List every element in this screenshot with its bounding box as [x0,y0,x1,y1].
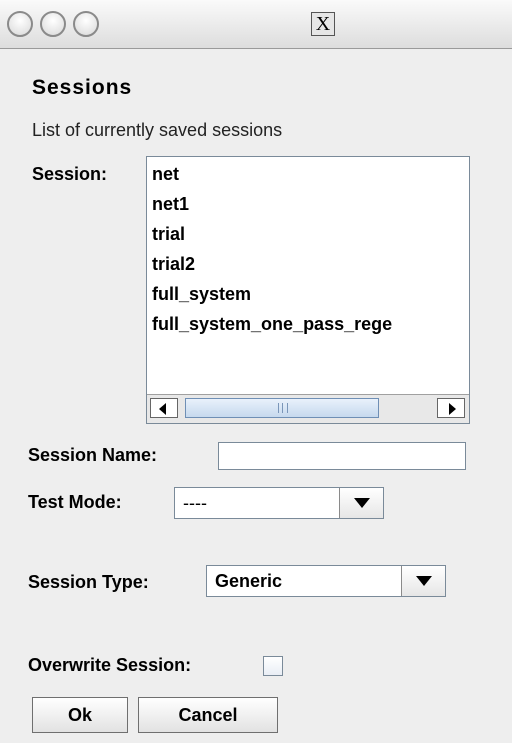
session-name-input[interactable] [218,442,466,470]
session-label: Session: [32,164,108,184]
window-close-circle-icon[interactable] [7,11,33,37]
window-minimize-circle-icon[interactable] [40,11,66,37]
scroll-left-button[interactable] [150,398,178,418]
cancel-button[interactable]: Cancel [138,697,278,733]
overwrite-session-checkbox[interactable] [263,656,283,676]
scrollbar-thumb[interactable] [185,398,379,418]
session-type-value: Generic [215,571,283,591]
arrow-right-icon [449,403,456,415]
test-mode-value: ---- [183,493,207,513]
list-item[interactable]: net1 [152,189,189,219]
test-mode-label: Test Mode: [28,492,122,512]
list-item[interactable]: full_system [152,279,251,309]
overwrite-session-label: Overwrite Session: [28,655,192,675]
session-type-dropdown-button[interactable] [401,566,445,596]
session-type-select[interactable]: Generic [206,565,446,597]
session-name-label: Session Name: [28,445,158,465]
list-item[interactable]: trial [152,219,185,249]
ok-button[interactable]: Ok [32,697,128,733]
window-zoom-circle-icon[interactable] [73,11,99,37]
scroll-right-button[interactable] [437,398,465,418]
dialog-title: Sessions [32,76,133,99]
chevron-down-icon [416,576,432,586]
list-item[interactable]: trial2 [152,249,195,279]
session-list[interactable]: net net1 trial trial2 full_system full_s… [146,156,470,424]
list-item[interactable]: net [152,159,179,189]
horizontal-scrollbar[interactable] [147,394,469,423]
grip-icon [278,403,288,413]
window-titlebar[interactable]: X [0,0,512,49]
arrow-left-icon [159,403,166,415]
test-mode-select[interactable]: ---- [174,487,384,519]
session-type-label: Session Type: [28,572,149,592]
dialog-subtitle: List of currently saved sessions [32,120,283,140]
list-item[interactable]: full_system_one_pass_rege [152,309,392,339]
x-window-icon: X [311,12,335,36]
test-mode-dropdown-button[interactable] [339,488,383,518]
chevron-down-icon [354,498,370,508]
